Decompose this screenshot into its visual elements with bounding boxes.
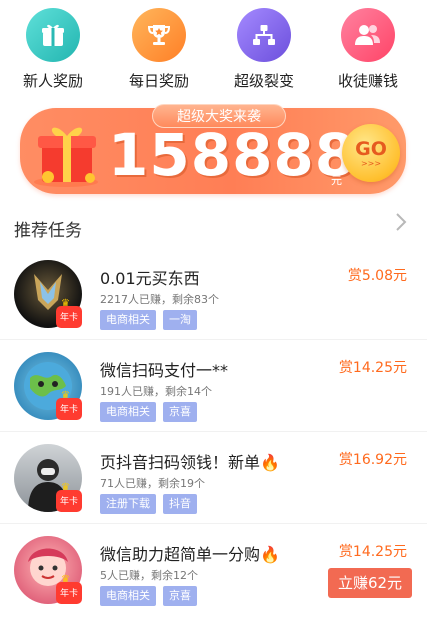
go-arrows: >>> bbox=[360, 158, 382, 168]
task-reward: 赏14.25元 bbox=[338, 544, 407, 560]
annual-card-badge: ♛ 年卡 bbox=[56, 299, 82, 328]
task-row[interactable]: ♛ 年卡 微信扫码支付一** 191人已赚，剩余14个 电商相关 京喜 赏14.2… bbox=[0, 344, 427, 432]
chevron-right-icon[interactable] bbox=[395, 212, 411, 236]
avatar: ♛ 年卡 bbox=[14, 444, 82, 512]
task-title: 0.01元买东西 bbox=[100, 269, 200, 288]
tag: 电商相关 bbox=[100, 402, 156, 422]
task-row[interactable]: ♛ 年卡 0.01元买东西 2217人已赚，剩余83个 电商相关 一淘 赏5.08… bbox=[0, 252, 427, 340]
task-reward: 赏5.08元 bbox=[347, 268, 407, 284]
nav-label: 收徒赚钱 bbox=[337, 72, 398, 90]
task-stats: 2217人已赚，剩余83个 bbox=[100, 293, 219, 306]
annual-card-badge: ♛ 年卡 bbox=[56, 391, 82, 420]
nav-item-daily-reward[interactable]: 每日奖励 bbox=[109, 8, 209, 91]
tag: 电商相关 bbox=[100, 310, 156, 330]
earn-now-button[interactable]: 立赚62元 bbox=[328, 568, 412, 598]
tag: 京喜 bbox=[163, 586, 197, 606]
annual-card-badge: ♛ 年卡 bbox=[56, 575, 82, 604]
nav-item-apprentice-earn[interactable]: 收徒赚钱 bbox=[318, 8, 418, 91]
task-stats: 5人已赚，剩余12个 bbox=[100, 569, 198, 582]
task-reward: 赏14.25元 bbox=[338, 360, 407, 376]
task-reward: 赏16.92元 bbox=[338, 452, 407, 468]
share-tree-icon bbox=[237, 8, 291, 62]
tag: 抖音 bbox=[163, 494, 197, 514]
task-tags: 注册下载 抖音 bbox=[100, 494, 197, 514]
task-row[interactable]: ♛ 年卡 页抖音扫码领钱！新单🔥 71人已赚，剩余19个 注册下载 抖音 赏16.… bbox=[0, 436, 427, 524]
go-label: GO bbox=[355, 137, 387, 160]
tag: 京喜 bbox=[163, 402, 197, 422]
jackpot-amount: 158888 bbox=[108, 121, 357, 189]
section-title: 推荐任务 bbox=[14, 221, 82, 241]
tag: 注册下载 bbox=[100, 494, 156, 514]
top-nav: 新人奖励 每日奖励 超级裂变 收徒赚钱 bbox=[0, 0, 427, 100]
task-title: 页抖音扫码领钱！新单🔥 bbox=[100, 453, 280, 472]
nav-label: 新人奖励 bbox=[22, 72, 83, 90]
trophy-icon bbox=[132, 8, 186, 62]
task-stats: 191人已赚，剩余14个 bbox=[100, 385, 212, 398]
annual-card-badge: ♛ 年卡 bbox=[56, 483, 82, 512]
nav-item-newbie-reward[interactable]: 新人奖励 bbox=[3, 8, 103, 91]
task-title: 微信助力超简单一分购🔥 bbox=[100, 545, 280, 564]
task-tags: 电商相关 京喜 bbox=[100, 402, 197, 422]
nav-label: 超级裂变 bbox=[233, 72, 294, 90]
tag: 一淘 bbox=[163, 310, 197, 330]
recommended-tasks-header[interactable]: 推荐任务 bbox=[0, 210, 427, 244]
gift-box-icon bbox=[28, 122, 106, 188]
nav-label: 每日奖励 bbox=[128, 72, 189, 90]
avatar: ♛ 年卡 bbox=[14, 352, 82, 420]
task-title: 微信扫码支付一** bbox=[100, 361, 229, 380]
task-stats: 71人已赚，剩余19个 bbox=[100, 477, 205, 490]
task-tags: 电商相关 一淘 bbox=[100, 310, 197, 330]
users-icon bbox=[341, 8, 395, 62]
amount-unit: 元 bbox=[331, 174, 342, 187]
task-tags: 电商相关 京喜 bbox=[100, 586, 197, 606]
tag: 电商相关 bbox=[100, 586, 156, 606]
avatar: ♛ 年卡 bbox=[14, 536, 82, 604]
avatar: ♛ 年卡 bbox=[14, 260, 82, 328]
gift-icon bbox=[26, 8, 80, 62]
nav-item-super-fission[interactable]: 超级裂变 bbox=[214, 8, 314, 91]
go-button[interactable]: GO >>> bbox=[342, 124, 400, 182]
